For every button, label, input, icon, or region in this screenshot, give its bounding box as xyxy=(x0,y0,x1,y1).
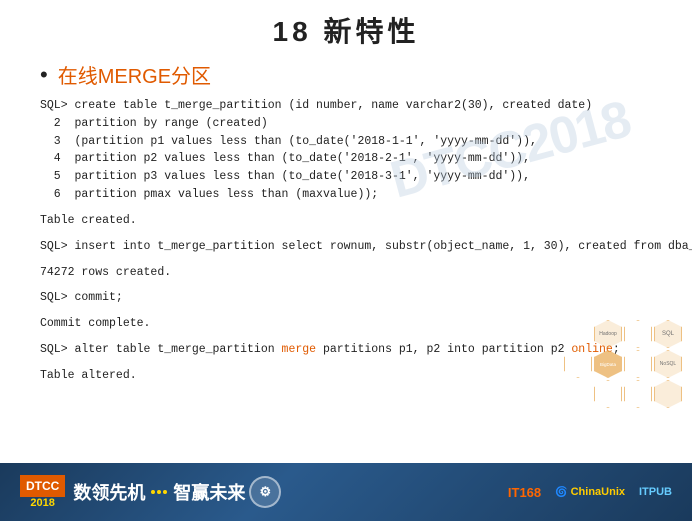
main-content: 18 新特性 • 在线MERGE分区 SQL> create table t_m… xyxy=(0,0,692,463)
dtcc-year: 2018 xyxy=(30,497,54,509)
sponsor-itpub: ITPUB xyxy=(639,486,672,498)
banner-icon-circle: ⚙ xyxy=(249,476,281,508)
hex-hadoop: Hadoop xyxy=(594,320,622,348)
dtcc-logo-group: DTCC 2018 xyxy=(20,475,65,509)
section-heading: • 在线MERGE分区 xyxy=(40,60,652,89)
bottom-banner: DTCC 2018 数领先机 智赢未来 ⚙ IT168 xyxy=(0,463,692,521)
dot1 xyxy=(151,490,155,494)
banner-slogan: 数领先机 智赢未来 ⚙ xyxy=(73,476,281,508)
result-table-altered: Table altered. xyxy=(40,367,652,385)
slogan-part2: 智赢未来 xyxy=(173,479,245,505)
result-table-created: Table created. xyxy=(40,212,652,230)
code-block-commit: SQL> commit; xyxy=(40,289,652,307)
result-rows-created: 74272 rows created. xyxy=(40,264,652,282)
hex-empty-1 xyxy=(624,320,652,348)
hex-empty-4 xyxy=(594,380,622,408)
chinaunix-icon: 🌀 xyxy=(555,487,567,498)
hex-empty-3 xyxy=(624,350,652,378)
bullet-icon: • xyxy=(40,62,48,88)
code-block-create: SQL> create table t_merge_partition (id … xyxy=(40,97,652,204)
banner-right: IT168 🌀 ChinaUnix ITPUB xyxy=(508,485,672,500)
chinaunix-text: ChinaUnix xyxy=(571,486,625,498)
code-block-alter: SQL> alter table t_merge_partition merge… xyxy=(40,341,652,359)
hex-row-2: BigData NoSQL xyxy=(564,350,682,378)
code-block-insert: SQL> insert into t_merge_partition selec… xyxy=(40,238,652,256)
slide-container: 18 新特性 • 在线MERGE分区 SQL> create table t_m… xyxy=(0,0,692,521)
result-commit: Commit complete. xyxy=(40,315,652,333)
gear-icon: ⚙ xyxy=(260,484,272,500)
hex-bigdata: BigData xyxy=(594,350,622,378)
it168-text: IT168 xyxy=(508,485,541,500)
dot3 xyxy=(163,490,167,494)
hex-row-1: Hadoop SQL xyxy=(594,320,682,348)
dtcc-label: DTCC xyxy=(20,475,65,497)
hex-row-3 xyxy=(594,380,682,408)
hex-nosql: NoSQL xyxy=(654,350,682,378)
dot-decoration xyxy=(151,490,167,494)
slogan-part1: 数领先机 xyxy=(73,479,145,505)
hex-sql: SQL xyxy=(654,320,682,348)
keyword-merge: merge xyxy=(282,343,317,356)
section-heading-text: 在线MERGE分区 xyxy=(58,60,211,89)
hex-decoration: Hadoop SQL BigData NoSQL xyxy=(564,320,682,408)
itpub-text: ITPUB xyxy=(639,486,672,498)
dot2 xyxy=(157,490,161,494)
banner-left: DTCC 2018 数领先机 智赢未来 ⚙ xyxy=(20,475,281,509)
sponsor-chinaunix: 🌀 ChinaUnix xyxy=(555,486,625,498)
hex-empty-2 xyxy=(564,350,592,378)
sponsor-it168: IT168 xyxy=(508,485,541,500)
slide-title: 18 新特性 xyxy=(40,10,652,50)
hex-empty-6 xyxy=(654,380,682,408)
hex-empty-5 xyxy=(624,380,652,408)
